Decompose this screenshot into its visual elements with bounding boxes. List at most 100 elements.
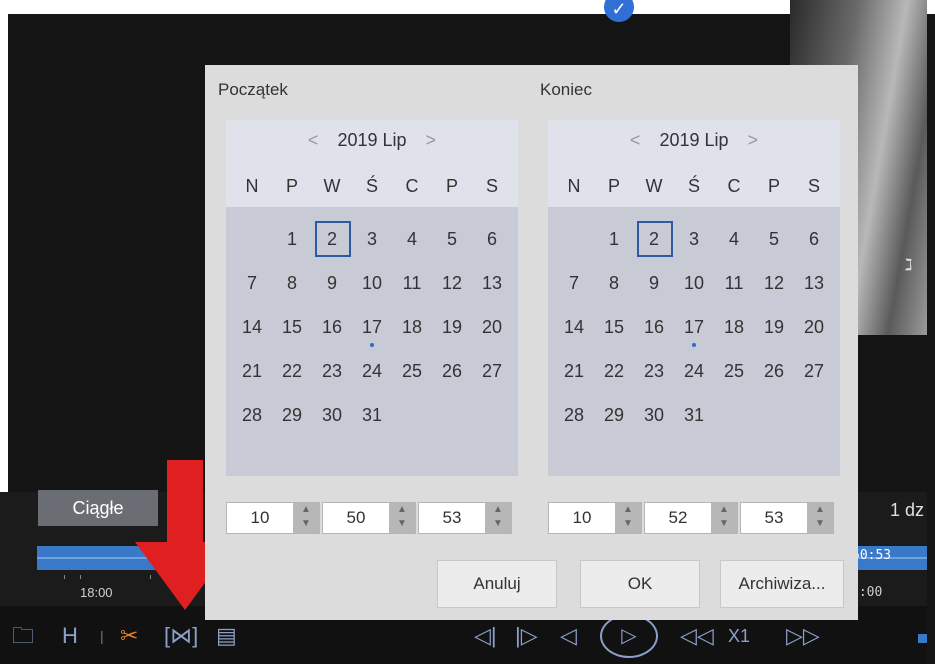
calendar-day[interactable]: 30 [634, 393, 674, 437]
stepper-icon[interactable]: ▲ ▼ [389, 503, 415, 533]
stepper-icon[interactable]: ▲ ▼ [485, 503, 511, 533]
calendar-day[interactable]: 2 [634, 217, 674, 261]
reverse-play-icon[interactable]: ◁ [560, 624, 577, 648]
calendar-day[interactable]: 20 [472, 305, 512, 349]
prev-month-button[interactable]: < [308, 130, 319, 150]
start-minutes-spinner[interactable]: 50 ▲ ▼ [322, 502, 416, 534]
save-icon[interactable]: ▤ [216, 624, 237, 648]
prev-month-button[interactable]: < [630, 130, 641, 150]
calendar-day[interactable]: 11 [392, 261, 432, 305]
calendar-day[interactable]: 14 [554, 305, 594, 349]
day-grid: 1 2 3 4 5 6 7 8 9 10 11 12 13 14 15 16 17 18 19 20 21 22 23 24 2… [232, 217, 512, 437]
calendar-day[interactable]: 2 [312, 217, 352, 261]
calendar-day[interactable]: 10 [674, 261, 714, 305]
calendar-day[interactable]: 11 [714, 261, 754, 305]
end-label: Koniec [540, 80, 592, 99]
calendar-day[interactable]: 21 [232, 349, 272, 393]
calendar-day[interactable]: 8 [272, 261, 312, 305]
calendar-day[interactable]: 3 [674, 217, 714, 261]
calendar-day[interactable]: 5 [754, 217, 794, 261]
ok-button[interactable]: OK [580, 560, 700, 608]
calendar-day[interactable]: 30 [312, 393, 352, 437]
stepper-icon[interactable]: ▲ ▼ [293, 503, 319, 533]
timeline-tick [64, 575, 65, 579]
calendar-day[interactable]: 24 [674, 349, 714, 393]
calendar-day[interactable]: 7 [232, 261, 272, 305]
calendar-day[interactable]: 26 [432, 349, 472, 393]
calendar-day[interactable]: 6 [794, 217, 834, 261]
split-view-icon[interactable]: H [62, 624, 78, 648]
calendar-day[interactable]: 16 [634, 305, 674, 349]
fast-forward-icon[interactable]: ▷▷ [786, 624, 820, 648]
calendar-day[interactable]: 9 [634, 261, 674, 305]
end-minutes-spinner[interactable]: 52 ▲ ▼ [644, 502, 738, 534]
slow-icon[interactable]: ◁◁ [680, 624, 714, 648]
start-calendar: < 2019 Lip > N P W Ś C P S 1 2 3 4 5 6 7 8 9 10 11… [226, 120, 518, 476]
stepper-icon[interactable]: ▲ ▼ [615, 503, 641, 533]
calendar-day[interactable]: 23 [634, 349, 674, 393]
calendar-day[interactable]: 27 [472, 349, 512, 393]
calendar-day[interactable]: 25 [392, 349, 432, 393]
calendar-day[interactable]: 10 [352, 261, 392, 305]
calendar-day[interactable]: 5 [432, 217, 472, 261]
calendar-day[interactable]: 14 [232, 305, 272, 349]
calendar-day[interactable]: 24 [352, 349, 392, 393]
clip-icon[interactable]: [⋈] [164, 624, 198, 648]
stepper-icon[interactable]: ▲ ▼ [711, 503, 737, 533]
calendar-day[interactable]: 9 [312, 261, 352, 305]
speed-label[interactable]: X1 [728, 626, 750, 647]
archive-button[interactable]: Archiwiza... [720, 560, 844, 608]
stepper-icon[interactable]: ▲ ▼ [807, 503, 833, 533]
start-hours-spinner[interactable]: 10 ▲ ▼ [226, 502, 320, 534]
calendar-day[interactable]: 18 [392, 305, 432, 349]
calendar-day[interactable]: 16 [312, 305, 352, 349]
calendar-day[interactable]: 12 [754, 261, 794, 305]
calendar-day[interactable]: 1 [594, 217, 634, 261]
start-seconds-spinner[interactable]: 53 ▲ ▼ [418, 502, 512, 534]
calendar-day[interactable]: 28 [554, 393, 594, 437]
calendar-day[interactable]: 28 [232, 393, 272, 437]
calendar-day[interactable]: 6 [472, 217, 512, 261]
calendar-day[interactable]: 18 [714, 305, 754, 349]
calendar-day[interactable]: 13 [472, 261, 512, 305]
calendar-day[interactable]: 4 [714, 217, 754, 261]
calendar-day[interactable]: 7 [554, 261, 594, 305]
calendar-day [232, 217, 272, 261]
cancel-button[interactable]: Anuluj [437, 560, 557, 608]
prev-frame-icon[interactable]: ◁| [474, 624, 497, 648]
calendar-day[interactable]: 29 [272, 393, 312, 437]
calendar-day[interactable]: 25 [714, 349, 754, 393]
day-range-label[interactable]: 1 dz [890, 500, 924, 521]
calendar-day[interactable]: 21 [554, 349, 594, 393]
calendar-day[interactable]: 31 [674, 393, 714, 437]
calendar-day[interactable]: 19 [432, 305, 472, 349]
next-month-button[interactable]: > [748, 130, 759, 150]
calendar-day[interactable]: 4 [392, 217, 432, 261]
calendar-day[interactable]: 27 [794, 349, 834, 393]
calendar-day[interactable]: 13 [794, 261, 834, 305]
calendar-day[interactable]: 12 [432, 261, 472, 305]
calendar-day[interactable]: 20 [794, 305, 834, 349]
calendar-day[interactable]: 8 [594, 261, 634, 305]
end-seconds-spinner[interactable]: 53 ▲ ▼ [740, 502, 834, 534]
calendar-day[interactable]: 19 [754, 305, 794, 349]
calendar-day[interactable]: 15 [272, 305, 312, 349]
calendar-day[interactable]: 22 [272, 349, 312, 393]
folder-icon[interactable]: 🗀 [12, 624, 34, 648]
calendar-day[interactable]: 15 [594, 305, 634, 349]
next-frame-icon[interactable]: |▷ [515, 624, 538, 648]
calendar-day[interactable]: 23 [312, 349, 352, 393]
calendar-day[interactable]: 17 [674, 305, 714, 349]
calendar-day[interactable]: 31 [352, 393, 392, 437]
calendar-day[interactable]: 3 [352, 217, 392, 261]
calendar-day[interactable]: 17 [352, 305, 392, 349]
weekday-label: Ś [365, 176, 378, 196]
calendar-day[interactable]: 26 [754, 349, 794, 393]
scissors-icon[interactable]: ✂ [120, 624, 138, 648]
calendar-day[interactable]: 29 [594, 393, 634, 437]
calendar-day[interactable]: 22 [594, 349, 634, 393]
next-month-button[interactable]: > [426, 130, 437, 150]
end-hours-spinner[interactable]: 10 ▲ ▼ [548, 502, 642, 534]
play-icon[interactable]: ▷ [600, 614, 658, 658]
calendar-day[interactable]: 1 [272, 217, 312, 261]
